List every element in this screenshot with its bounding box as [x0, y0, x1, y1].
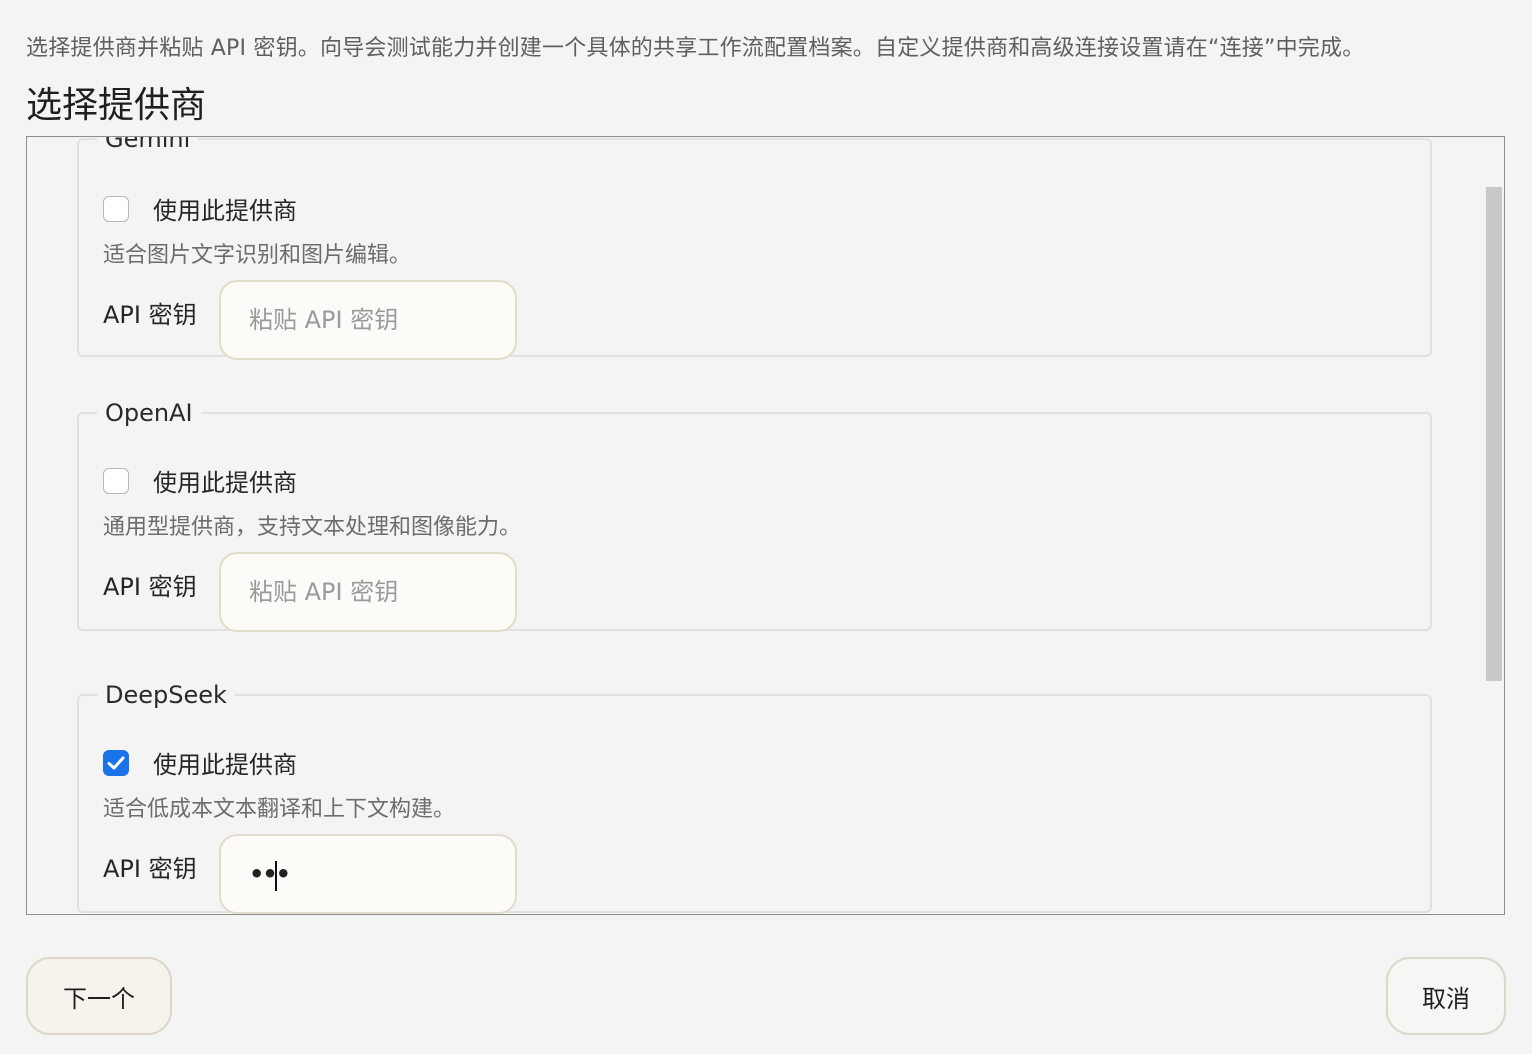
provider-name: DeepSeek — [105, 681, 227, 709]
api-key-label: API 密钥 — [103, 573, 197, 601]
provider-name: OpenAI — [105, 399, 193, 427]
api-key-input[interactable] — [219, 834, 517, 914]
provider-name: Gemini — [105, 136, 191, 153]
api-key-input[interactable] — [219, 280, 517, 360]
page-title: 选择提供商 — [26, 85, 207, 126]
provider-card-openai: OpenAI 使用此提供商 通用型提供商，支持文本处理和图像能力。 API 密钥 — [77, 399, 1432, 632]
checkmark-icon — [107, 756, 125, 769]
use-provider-label: 使用此提供商 — [153, 197, 297, 225]
use-provider-label: 使用此提供商 — [153, 469, 297, 497]
api-key-label: API 密钥 — [103, 301, 197, 329]
provider-description: 适合图片文字识别和图片编辑。 — [103, 243, 412, 268]
next-button[interactable]: 下一个 — [26, 957, 172, 1035]
provider-description: 适合低成本文本翻译和上下文构建。 — [103, 797, 456, 822]
scrollbar-thumb[interactable] — [1486, 187, 1502, 681]
cancel-button[interactable]: 取消 — [1386, 957, 1506, 1035]
intro-text: 选择提供商并粘贴 API 密钥。向导会测试能力并创建一个具体的共享工作流配置档案… — [26, 36, 1365, 61]
use-provider-checkbox[interactable] — [103, 195, 129, 222]
api-key-label: API 密钥 — [103, 855, 197, 883]
provider-description: 通用型提供商，支持文本处理和图像能力。 — [103, 515, 522, 540]
use-provider-checkbox[interactable] — [103, 467, 129, 494]
provider-card-gemini: Gemini 使用此提供商 适合图片文字识别和图片编辑。 API 密钥 — [77, 136, 1432, 360]
text-caret — [275, 861, 277, 891]
provider-scroll-panel[interactable]: Gemini 使用此提供商 适合图片文字识别和图片编辑。 API 密钥 Open… — [26, 136, 1505, 915]
use-provider-checkbox[interactable] — [103, 749, 129, 776]
use-provider-label: 使用此提供商 — [153, 751, 297, 779]
provider-card-deepseek: DeepSeek 使用此提供商 适合低成本文本翻译和上下文构建。 API 密钥 — [77, 681, 1432, 914]
api-key-input[interactable] — [219, 552, 517, 632]
